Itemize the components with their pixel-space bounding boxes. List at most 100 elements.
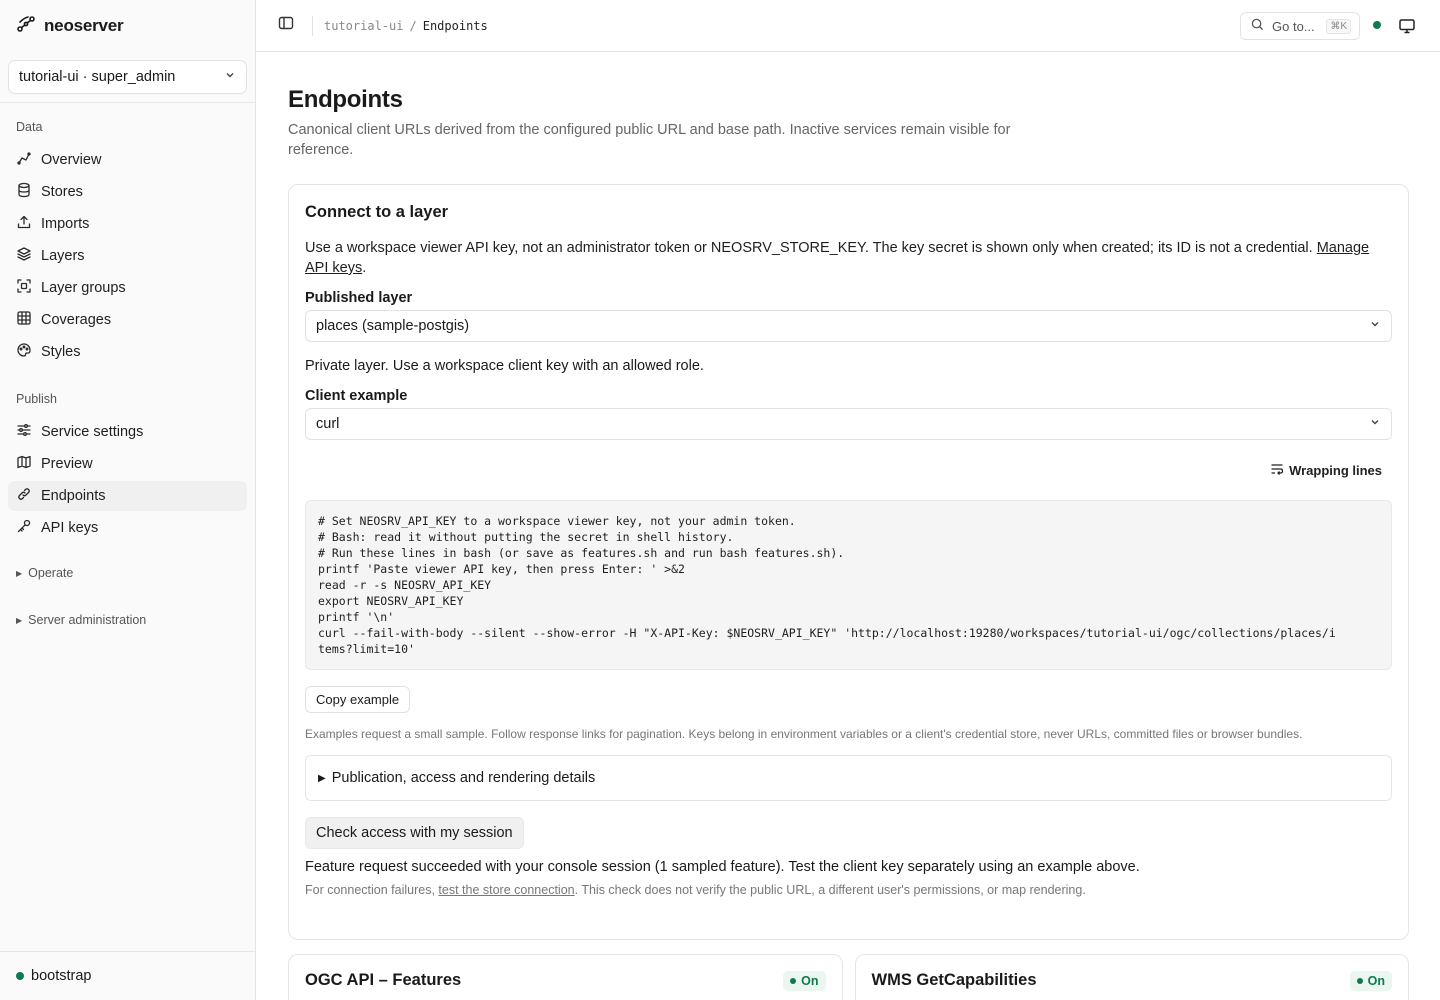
hint-text: Use a workspace viewer API key, not an a… (305, 240, 1317, 256)
sidebar-item-label: Endpoints (41, 488, 106, 504)
database-icon (16, 182, 32, 202)
connect-card: Connect to a layer Use a workspace viewe… (288, 184, 1409, 940)
sidebar-item-label: Preview (41, 456, 93, 472)
sidebar-item-label: Styles (41, 344, 81, 360)
sidebar-item-stores[interactable]: Stores (8, 177, 247, 207)
published-layer-label: Published layer (305, 290, 413, 306)
wrap-text-icon (1270, 462, 1284, 479)
page-title: Endpoints (288, 86, 403, 113)
monitor-icon[interactable] (1398, 17, 1416, 40)
breadcrumb-parent[interactable]: tutorial-ui (324, 19, 403, 33)
sidebar-item-label: Layer groups (41, 280, 126, 296)
service-card[interactable]: OGC API – Features On (288, 954, 843, 1000)
status-badge: On (783, 971, 826, 991)
sidebar-item-api-keys[interactable]: API keys (8, 513, 247, 543)
layer-groups-icon (16, 278, 32, 298)
sidebar-item-label: Overview (41, 152, 102, 168)
sidebar-item-coverages[interactable]: Coverages (8, 305, 247, 335)
topbar-divider (312, 15, 313, 36)
breadcrumb-current: Endpoints (422, 18, 488, 33)
operate-label: Operate (28, 566, 74, 580)
data-nav: Overview Stores Imports Layers Layer groups C… (0, 145, 255, 367)
palette-icon (16, 342, 32, 362)
check-result-text: Feature request succeeded with your cons… (305, 859, 1140, 875)
footnote-suffix: . This check does not verify the public … (574, 883, 1086, 897)
connect-title: Connect to a layer (305, 203, 449, 221)
sidebar-item-imports[interactable]: Imports (8, 209, 247, 239)
copy-example-button[interactable]: Copy example (305, 686, 411, 713)
status-dot (1356, 978, 1363, 984)
group-label-publish: Publish (16, 392, 57, 406)
service-title: OGC API – Features (305, 971, 462, 989)
published-layer-select[interactable]: places (sample-postgis) (305, 310, 1392, 342)
sidebar-item-layers[interactable]: Layers (8, 241, 247, 271)
publish-nav: Service settings Preview Endpoints API keys (0, 417, 255, 543)
group-label-data: Data (16, 120, 43, 134)
overview-icon (16, 150, 32, 170)
status-label: On (801, 974, 819, 988)
chevron-down-icon (224, 69, 236, 85)
published-layer-value: places (sample-postgis) (316, 318, 470, 334)
chevron-down-icon (1369, 416, 1381, 432)
test-store-connection-link[interactable]: test the store connection (438, 883, 574, 897)
triangle-right-icon: ▶ (16, 615, 23, 625)
sidebar-divider (0, 102, 255, 103)
wrapping-lines-toggle[interactable]: Wrapping lines (1270, 460, 1392, 480)
sliders-icon (16, 422, 32, 442)
publication-details-toggle[interactable]: ▶ Publication, access and rendering deta… (305, 755, 1392, 801)
topbar: tutorial-ui / Endpoints Go to... ⌘K (256, 0, 1440, 52)
sidebar-item-label: Stores (41, 184, 83, 200)
key-icon (16, 518, 32, 538)
check-access-button[interactable]: Check access with my session (305, 817, 524, 849)
server-admin-toggle[interactable]: ▶ Server administration (0, 604, 255, 636)
brand[interactable]: neoserver (0, 0, 255, 52)
goto-label: Go to... (1272, 18, 1315, 34)
sidebar-item-label: Service settings (41, 424, 144, 440)
sidebar-item-label: Imports (41, 216, 90, 232)
grid-icon (16, 310, 32, 330)
workspace-selector-value: tutorial-ui · super_admin (19, 69, 176, 85)
upload-icon (16, 214, 32, 234)
service-card[interactable]: WMS GetCapabilities On (854, 954, 1409, 1000)
status-badge: On (1349, 971, 1392, 991)
sidebar-item-label: API keys (41, 520, 99, 536)
breadcrumb: tutorial-ui / Endpoints (324, 19, 488, 33)
footer-status: bootstrap (31, 968, 92, 984)
map-icon (16, 454, 32, 474)
goto-search-button[interactable]: Go to... ⌘K (1240, 12, 1360, 40)
examples-note: Examples request a small sample. Follow … (305, 727, 1303, 741)
sidebar-item-endpoints[interactable]: Endpoints (8, 481, 247, 511)
link-icon (16, 486, 32, 506)
sidebar-item-styles[interactable]: Styles (8, 337, 247, 367)
service-title: WMS GetCapabilities (871, 971, 1037, 989)
sidebar-item-service-settings[interactable]: Service settings (8, 417, 247, 447)
client-example-select[interactable]: curl (305, 408, 1392, 440)
services-grid: OGC API – Features On WMS GetCapabilitie… (288, 954, 1409, 1000)
private-layer-note: Private layer. Use a workspace client ke… (305, 358, 704, 374)
client-example-label: Client example (305, 388, 408, 404)
status-label: On (1367, 974, 1385, 988)
code-example[interactable]: # Set NEOSRV_API_KEY to a workspace view… (305, 500, 1392, 670)
publication-details-label: Publication, access and rendering detail… (331, 770, 596, 786)
server-admin-label: Server administration (28, 613, 147, 627)
footnote-prefix: For connection failures, (305, 883, 439, 897)
sidebar-item-layer-groups[interactable]: Layer groups (8, 273, 247, 303)
connection-footnote: For connection failures, test the store … (305, 883, 1392, 897)
workspace-selector[interactable]: tutorial-ui · super_admin (8, 60, 247, 94)
sidebar-toggle-button[interactable] (276, 16, 296, 36)
page-description: Canonical client URLs derived from the c… (288, 122, 1011, 158)
goto-shortcut: ⌘K (1326, 18, 1351, 34)
sidebar-item-overview[interactable]: Overview (8, 145, 247, 175)
chevron-down-icon (1369, 318, 1381, 334)
sidebar-item-preview[interactable]: Preview (8, 449, 247, 479)
operate-toggle[interactable]: ▶ Operate (0, 557, 255, 589)
triangle-right-icon: ▶ (318, 772, 326, 784)
layers-icon (16, 246, 32, 266)
sidebar-item-label: Layers (41, 248, 85, 264)
sidebar-toggle-icon (278, 15, 294, 36)
hint-end: . (362, 260, 367, 276)
connect-hint: Use a workspace viewer API key, not an a… (305, 238, 1392, 278)
neoserver-logo-icon (16, 14, 36, 39)
main-content: Endpoints Canonical client URLs derived … (288, 52, 1409, 1000)
app-name: neoserver (44, 16, 124, 35)
